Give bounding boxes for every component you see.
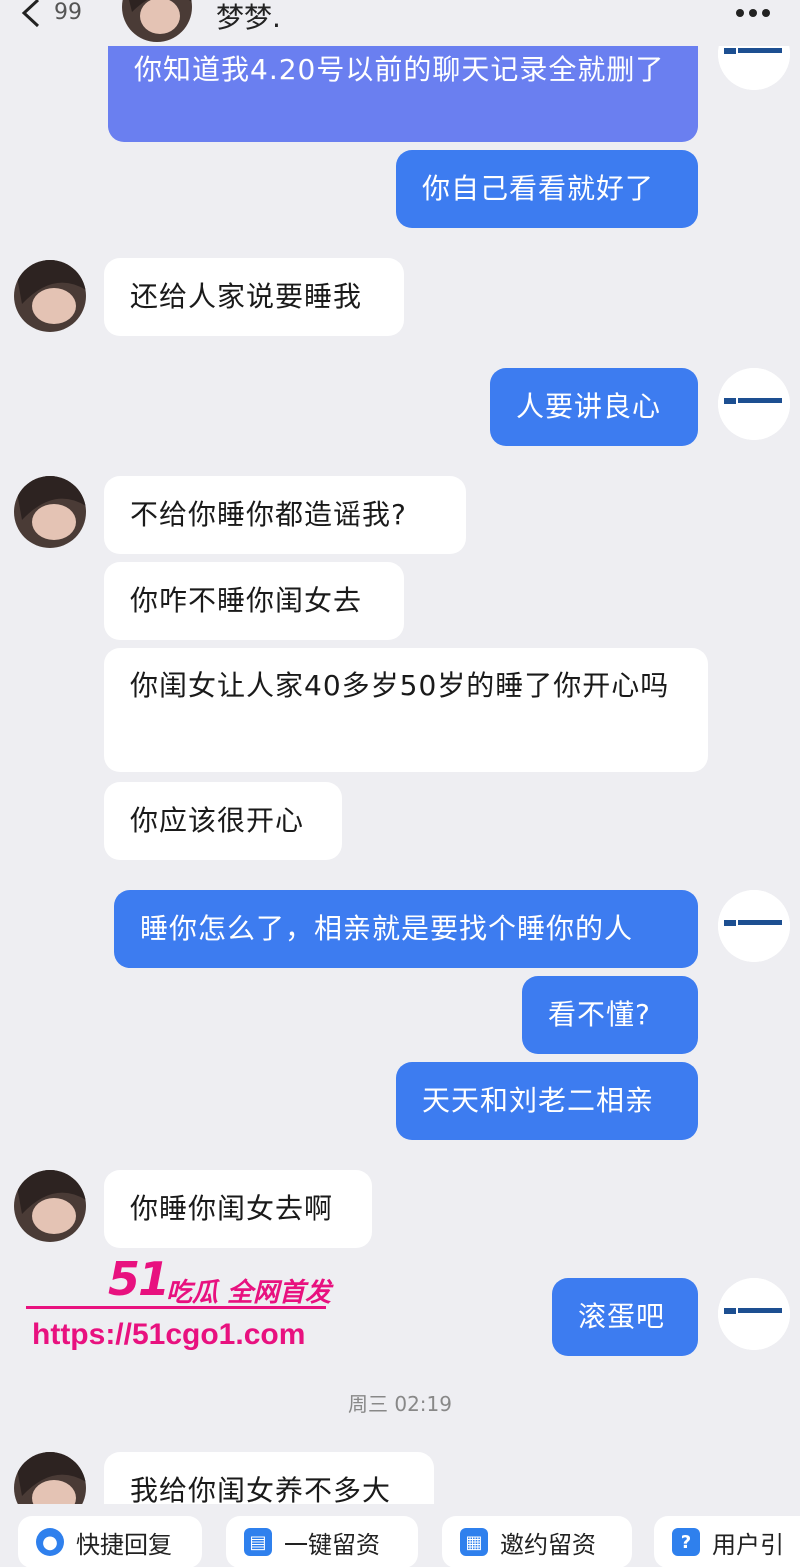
message-text: 你应该很开心 [130,804,305,837]
quick-button-label: 一键留资 [284,1530,380,1559]
quick-reply-bar: ● 快捷回复 ▤ 一键留资 ▦ 邀约留资 ? 用户引 [0,1504,800,1567]
form-icon: ▤ [244,1528,272,1556]
message-bubble-outgoing[interactable]: 看不懂? [522,976,698,1054]
message-bubble-incoming[interactable]: 你应该很开心 [104,782,342,860]
unread-count: 99 [54,0,82,25]
quick-button-label: 用户引 [712,1530,784,1559]
quick-button-label: 邀约留资 [500,1530,596,1559]
message-text: 看不懂? [548,998,651,1031]
contact-avatar[interactable] [122,0,192,42]
message-bubble-incoming[interactable]: 你咋不睡你闺女去 [104,562,404,640]
message-bubble-outgoing[interactable]: 人要讲良心 [490,368,698,446]
more-options-button[interactable] [736,2,780,22]
message-text: 滚蛋吧 [578,1300,666,1333]
quick-reply-button[interactable]: ● 快捷回复 [18,1516,202,1567]
chevron-left-icon [21,0,40,28]
invite-form-button[interactable]: ▦ 邀约留资 [442,1516,632,1567]
message-text: 天天和刘老二相亲 [422,1084,655,1117]
message-bubble-outgoing[interactable]: 天天和刘老二相亲 [396,1062,698,1140]
message-bubble-incoming[interactable]: 你闺女让人家40多岁50岁的睡了你开心吗 [104,648,708,772]
help-icon: ? [672,1528,700,1556]
message-text: 你闺女让人家40多岁50岁的睡了你开心吗 [130,669,670,702]
contact-message-avatar[interactable] [14,476,86,548]
contact-message-avatar[interactable] [14,260,86,332]
one-click-form-button[interactable]: ▤ 一键留资 [226,1516,418,1567]
watermark-number: 51 [108,1252,170,1306]
watermark-url: https://51cgo1.com [32,1318,306,1351]
message-bubble-incoming[interactable]: 还给人家说要睡我 [104,258,404,336]
message-bubble-outgoing[interactable]: 滚蛋吧 [552,1278,698,1356]
message-text: 不给你睡你都造谣我? [130,498,407,531]
message-text: 你睡你闺女去啊 [130,1192,334,1225]
brand-logo-icon [718,1278,790,1350]
calendar-icon: ▦ [460,1528,488,1556]
my-avatar[interactable] [718,368,790,440]
quick-reply-icon: ● [36,1528,64,1556]
message-bubble-incoming[interactable]: 你睡你闺女去啊 [104,1170,372,1248]
watermark-tag: 吃瓜 全网首发 [166,1278,332,1308]
contact-message-avatar[interactable] [14,1170,86,1242]
message-text: 你知道我4.20号以前的聊天记录全就删了 [134,53,665,86]
chat-header: 99 梦梦. [0,0,800,46]
quick-button-label: 快捷回复 [76,1530,172,1559]
message-text: 你咋不睡你闺女去 [130,584,363,617]
brand-logo-icon [718,368,790,440]
contact-name: 梦梦. [216,1,281,34]
message-bubble-outgoing[interactable]: 你自己看看就好了 [396,150,698,228]
message-text: 睡你怎么了，相亲就是要找个睡你的人 [140,912,634,945]
user-guide-button[interactable]: ? 用户引 [654,1516,800,1567]
back-button[interactable] [18,0,58,38]
my-avatar[interactable] [718,1278,790,1350]
message-text: 人要讲良心 [516,390,662,423]
message-text: 我给你闺女养不多大 [130,1474,392,1507]
my-avatar[interactable] [718,890,790,962]
watermark-divider [26,1306,326,1309]
message-text: 还给人家说要睡我 [130,280,363,313]
message-bubble-incoming[interactable]: 不给你睡你都造谣我? [104,476,466,554]
brand-logo-icon [718,890,790,962]
message-text: 你自己看看就好了 [422,172,655,205]
message-bubble-outgoing[interactable]: 睡你怎么了，相亲就是要找个睡你的人 [114,890,698,968]
message-timestamp: 周三 02:19 [348,1392,452,1416]
